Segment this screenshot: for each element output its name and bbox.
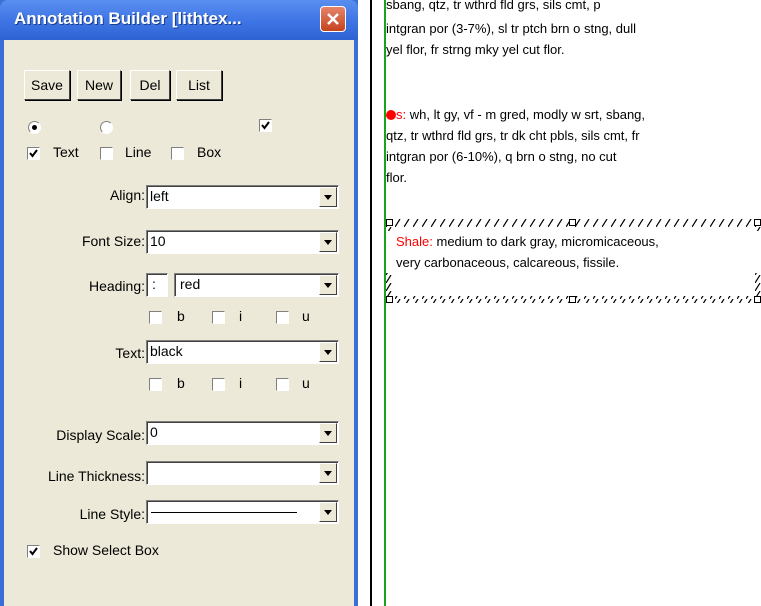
heading-separator-field[interactable]: : [146, 273, 168, 297]
new-button[interactable]: New [77, 70, 121, 100]
heading-separator: : [152, 276, 156, 292]
text-italic-checkbox[interactable] [212, 378, 225, 391]
track-line [384, 0, 386, 606]
line-style-label: Line Style: [79, 506, 145, 522]
align-select[interactable]: left [146, 185, 339, 209]
para2-heading: s: [396, 107, 407, 122]
checkmark-icon [29, 547, 38, 556]
heading-label: Heading: [88, 278, 145, 294]
chevron-down-icon[interactable] [319, 423, 337, 443]
text-color-value: black [150, 343, 183, 359]
list-button[interactable]: List [176, 70, 222, 100]
checkmark-icon [261, 121, 270, 130]
save-button[interactable]: Save [24, 70, 70, 100]
mode-radio-1[interactable] [28, 121, 41, 134]
heading-underline-checkbox[interactable] [276, 311, 289, 324]
line-thickness-label: Line Thickness: [47, 468, 145, 484]
heading-color-value: red [180, 276, 201, 292]
red-marker-icon [386, 110, 396, 120]
font-size-label: Font Size: [81, 233, 145, 249]
display-scale-value: 0 [150, 424, 158, 440]
selected-annotation[interactable]: Shale: medium to dark gray, micromicaceo… [386, 219, 761, 303]
line-thickness-select[interactable] [146, 461, 339, 485]
window-title: Annotation Builder [lithtex... [14, 9, 242, 28]
align-label: Align: [109, 187, 145, 203]
chevron-down-icon[interactable] [319, 187, 337, 207]
doc-line: qtz, tr wthrd fld grs, tr dk cht pbls, s… [386, 128, 640, 143]
chevron-down-icon[interactable] [319, 502, 337, 522]
heading-color-select[interactable]: red [174, 273, 339, 297]
top-checkbox[interactable] [259, 119, 272, 132]
text-italic-label: i [239, 375, 243, 391]
title-bar[interactable]: Annotation Builder [lithtex... [0, 0, 358, 40]
text-checkbox[interactable] [27, 147, 40, 160]
text-checkbox-label: Text [53, 144, 79, 160]
text-bold-label: b [177, 375, 185, 391]
shale-heading: Shale: [396, 234, 433, 249]
heading-underline-label: u [302, 308, 310, 324]
chevron-down-icon[interactable] [319, 232, 337, 252]
text-color-label: Text: [115, 345, 145, 361]
font-size-value: 10 [150, 233, 166, 249]
heading-bold-checkbox[interactable] [149, 311, 162, 324]
doc-line: intgran por (6-10%), q brn o stng, no cu… [386, 149, 617, 164]
align-value: left [150, 188, 169, 204]
doc-line: intgran por (3-7%), sl tr ptch brn o stn… [386, 21, 637, 36]
shale-line-2: very carbonaceous, calcareous, fissile. [396, 255, 620, 270]
close-x-icon [327, 13, 339, 25]
box-checkbox[interactable] [171, 147, 184, 160]
display-scale-label: Display Scale: [56, 427, 145, 443]
box-checkbox-label: Box [197, 144, 222, 160]
chevron-down-icon[interactable] [319, 275, 337, 295]
doc-line: yel flor, fr strng mky yel cut flor. [386, 42, 565, 57]
doc-line: flor. [386, 170, 407, 185]
text-bold-checkbox[interactable] [149, 378, 162, 391]
pane-divider [370, 0, 372, 606]
shale-text: Shale: medium to dark gray, micromicaceo… [386, 231, 761, 273]
font-size-select[interactable]: 10 [146, 230, 339, 254]
heading-italic-label: i [239, 308, 243, 324]
checkmark-icon [29, 149, 38, 158]
text-color-select[interactable]: black [146, 340, 339, 364]
display-scale-select[interactable]: 0 [146, 421, 339, 445]
show-select-box-label: Show Select Box [53, 542, 159, 558]
text-underline-label: u [302, 375, 310, 391]
chevron-down-icon[interactable] [319, 342, 337, 362]
para2-text: wh, lt gy, vf - m gred, modly w srt, sba… [406, 107, 646, 122]
show-select-box-checkbox[interactable] [27, 545, 40, 558]
line-style-select[interactable] [146, 500, 339, 524]
shale-line-1: medium to dark gray, micromicaceous, [432, 234, 659, 249]
line-checkbox-label: Line [125, 144, 152, 160]
chevron-down-icon[interactable] [319, 463, 337, 483]
text-underline-checkbox[interactable] [276, 378, 289, 391]
close-button[interactable] [320, 6, 346, 32]
mode-radio-2[interactable] [100, 121, 113, 134]
solid-line-preview [151, 512, 297, 513]
heading-italic-checkbox[interactable] [212, 311, 225, 324]
heading-bold-label: b [177, 308, 185, 324]
doc-line: s: wh, lt gy, vf - m gred, modly w srt, … [386, 104, 645, 125]
del-button[interactable]: Del [130, 70, 170, 100]
builder-panel: Save New Del List Text Line Box Align: l… [4, 40, 354, 606]
line-checkbox[interactable] [100, 147, 113, 160]
doc-line: sbang, qtz, tr wthrd fld grs, sils cmt, … [386, 0, 601, 12]
